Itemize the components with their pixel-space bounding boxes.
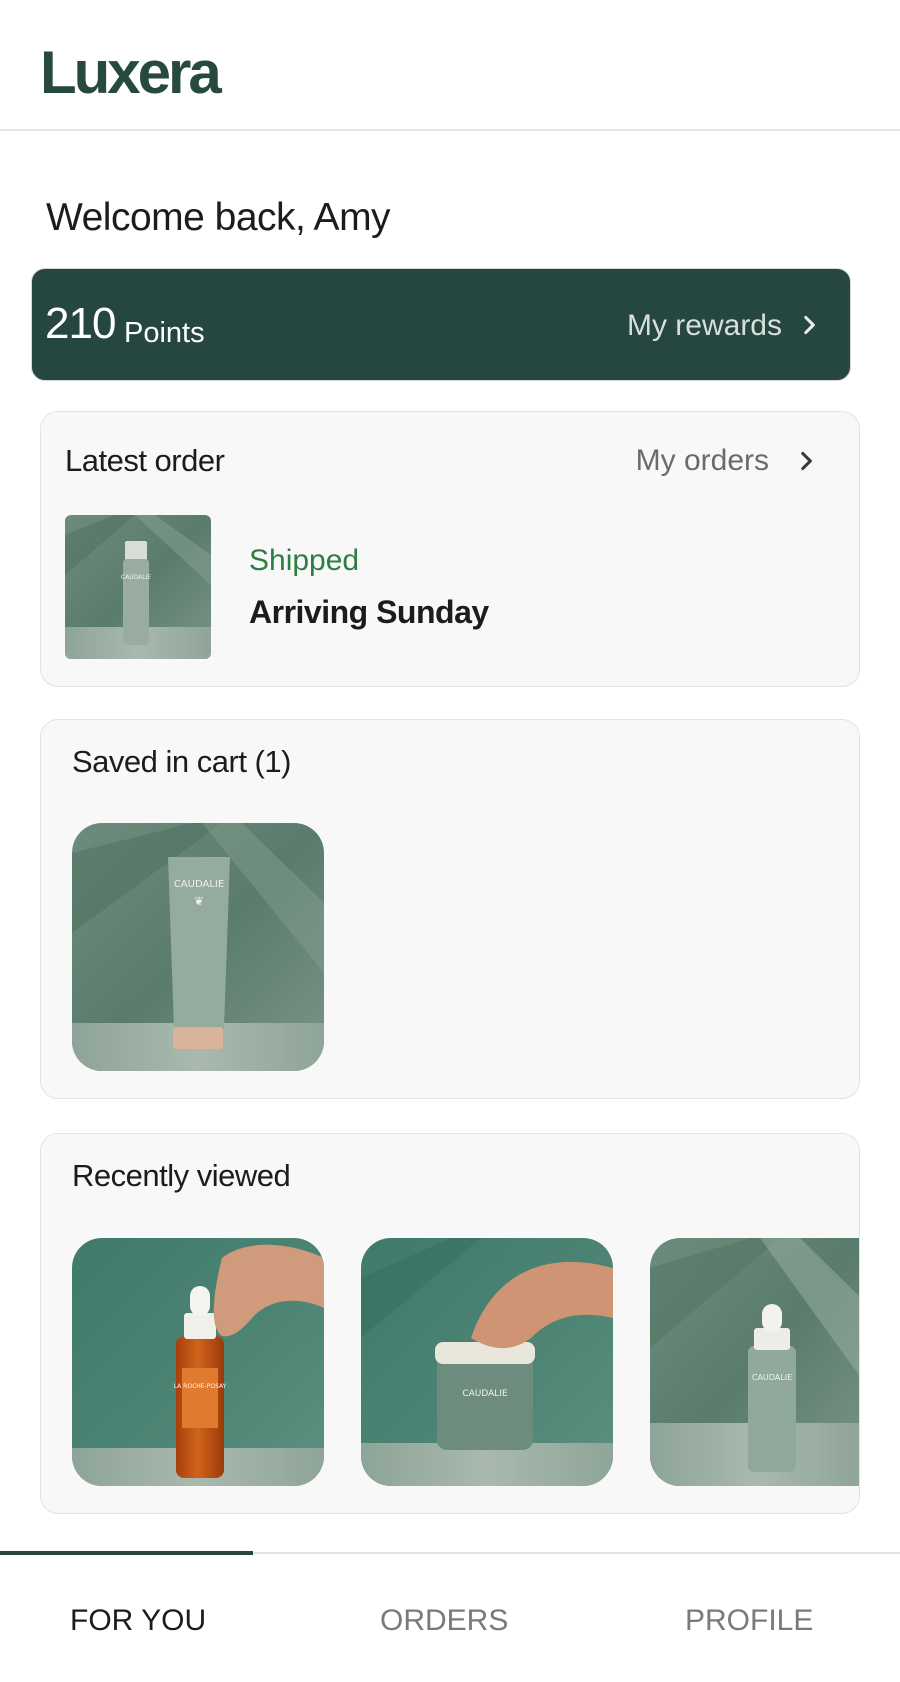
svg-text:❦: ❦ — [194, 894, 204, 908]
tab-orders[interactable]: ORDERS — [380, 1604, 508, 1638]
latest-order-card: Latest order My orders CAUDALIE Shipped … — [40, 411, 860, 687]
bottom-tab-bar: FOR YOU ORDERS PROFILE — [0, 1551, 900, 1682]
recent-item-brand: CAUDALIE — [462, 1389, 508, 1399]
order-arrival: Arriving Sunday — [249, 594, 489, 630]
app-header: Luxera — [0, 0, 900, 131]
recently-viewed-card: Recently viewed LA ROCHE-POSAY CAUDALIE — [40, 1133, 860, 1514]
recent-item[interactable]: LA ROCHE-POSAY — [72, 1238, 324, 1486]
rewards-banner[interactable]: 210 Points My rewards — [31, 268, 851, 381]
recent-title: Recently viewed — [72, 1158, 291, 1193]
my-rewards-link[interactable]: My rewards — [627, 309, 782, 343]
welcome-heading: Welcome back, Amy — [46, 196, 391, 239]
latest-order-title: Latest order — [65, 443, 225, 478]
tab-for-you[interactable]: FOR YOU — [70, 1604, 206, 1638]
order-status: Shipped — [249, 544, 360, 577]
order-product-brand: CAUDALIE — [121, 574, 151, 581]
tab-profile[interactable]: PROFILE — [685, 1604, 813, 1638]
cart-title: Saved in cart (1) — [72, 744, 291, 779]
points-label: Points — [124, 317, 205, 349]
active-tab-indicator — [0, 1551, 253, 1555]
recent-item[interactable]: CAUDALIE — [361, 1238, 613, 1486]
my-orders-link[interactable]: My orders — [636, 444, 769, 478]
recent-item[interactable]: CAUDALIE — [650, 1238, 859, 1486]
recent-item-brand: LA ROCHE-POSAY — [174, 1383, 227, 1390]
chevron-right-icon — [804, 315, 815, 335]
cart-product-brand: CAUDALIE — [174, 879, 224, 890]
order-product-image[interactable]: CAUDALIE — [65, 515, 211, 659]
points-value: 210 — [45, 299, 116, 348]
saved-in-cart-card: Saved in cart (1) CAUDALIE ❦ — [40, 719, 860, 1099]
cart-product-image[interactable]: CAUDALIE ❦ — [72, 823, 324, 1071]
chevron-right-icon[interactable] — [793, 448, 819, 474]
recent-item-brand: CAUDALIE — [752, 1373, 792, 1382]
brand-logo[interactable]: Luxera — [40, 38, 222, 107]
